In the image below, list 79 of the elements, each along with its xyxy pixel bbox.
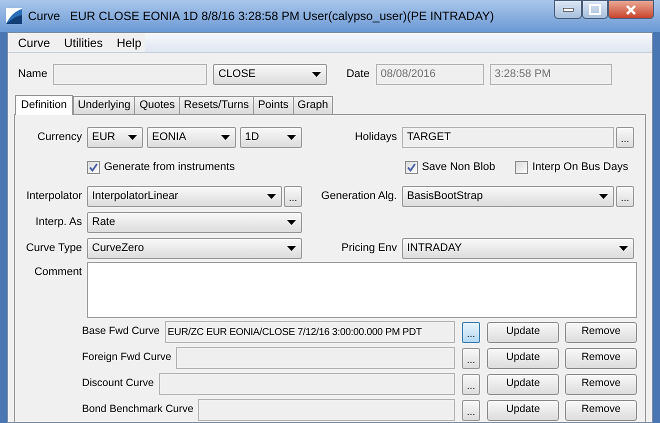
- checkbox[interactable]: [515, 160, 528, 174]
- close-icon: [626, 4, 636, 14]
- pricing-env-dropdown[interactable]: INTRADAY: [402, 238, 634, 259]
- checkbox-label: Generate from instruments: [104, 160, 235, 175]
- field-label: Bond Benchmark Curve: [82, 402, 194, 418]
- field-label: Foreign Fwd Curve: [82, 350, 172, 366]
- comment-field[interactable]: [87, 262, 637, 318]
- caret-icon: [128, 135, 137, 140]
- date-field[interactable]: 08/08/2016: [376, 64, 484, 85]
- curve-field[interactable]: [158, 373, 455, 395]
- close-button[interactable]: [608, 0, 654, 19]
- minimize-icon: [562, 8, 574, 12]
- update-button[interactable]: Update: [487, 374, 559, 394]
- curve-field[interactable]: EUR/ZC EUR EONIA/CLOSE 7/12/16 3:00:00.000 PM PDT: [164, 321, 455, 343]
- minimize-button[interactable]: [554, 0, 582, 19]
- browse-button[interactable]: ...: [462, 322, 480, 342]
- field-label: Discount Curve: [82, 376, 155, 392]
- remove-button[interactable]: Remove: [565, 374, 637, 394]
- field-label: Holidays: [354, 131, 397, 144]
- update-button[interactable]: Update: [487, 322, 559, 342]
- field-label: Curve Type: [26, 242, 82, 254]
- remove-button[interactable]: Remove: [565, 400, 637, 420]
- menu-item[interactable]: Curve: [18, 34, 50, 52]
- tab[interactable]: Points: [252, 96, 294, 114]
- caret-icon: [599, 194, 608, 199]
- interp-as-dropdown[interactable]: Rate: [87, 212, 302, 233]
- browse-button[interactable]: ...: [462, 348, 480, 368]
- app-icon: [6, 8, 22, 24]
- field-label: Interp. As: [36, 216, 82, 228]
- interpolator-dropdown[interactable]: InterpolatorLinear: [87, 186, 282, 207]
- field-label: Currency: [37, 131, 82, 144]
- checkbox-label: Interp On Bus Days: [532, 160, 628, 175]
- checkbox[interactable]: [404, 160, 418, 174]
- tab[interactable]: Resets/Turns: [178, 96, 254, 114]
- curve-type-dropdown[interactable]: CurveZero: [87, 238, 302, 259]
- caret-icon: [287, 246, 296, 251]
- currency-dropdown[interactable]: EUR: [87, 127, 143, 148]
- currency-dropdown[interactable]: EONIA: [147, 127, 236, 148]
- field-label: Base Fwd Curve: [82, 324, 161, 340]
- browse-button[interactable]: ...: [284, 186, 302, 207]
- checkbox[interactable]: [87, 160, 100, 174]
- caret-icon: [267, 194, 276, 199]
- browse-button[interactable]: ...: [616, 127, 634, 148]
- field-label: Interpolator: [26, 190, 82, 202]
- update-button[interactable]: Update: [487, 348, 559, 368]
- maximize-button[interactable]: [582, 0, 608, 19]
- time-field[interactable]: 3:28:58 PM: [490, 64, 612, 85]
- curve-field[interactable]: [176, 347, 455, 369]
- holidays-field[interactable]: TARGET: [402, 127, 614, 148]
- browse-button[interactable]: ...: [462, 374, 480, 394]
- menu-item[interactable]: Help: [116, 34, 142, 52]
- caret-icon: [312, 72, 322, 77]
- field-label: Comment: [34, 266, 82, 278]
- checkbox-label: Save Non Blob: [422, 160, 496, 175]
- curve-field[interactable]: [198, 399, 455, 421]
- field-label: Date: [346, 67, 370, 82]
- maximize-icon: [589, 4, 601, 15]
- window-title: Curve EUR CLOSE EONIA 1D 8/8/16 3:28:58 PM User(calypso_user)(PE INTRADAY): [28, 8, 494, 25]
- name-dropdown[interactable]: CLOSE: [213, 64, 328, 85]
- caret-icon: [221, 135, 230, 140]
- field-label: Pricing Env: [341, 242, 397, 254]
- field-label: Generation Alg.: [321, 190, 397, 202]
- caret-icon: [619, 246, 628, 251]
- field-label: Name: [18, 67, 48, 82]
- caret-icon: [287, 220, 296, 225]
- caret-icon: [287, 135, 296, 140]
- browse-button[interactable]: ...: [462, 400, 480, 420]
- tab[interactable]: Underlying: [72, 96, 136, 114]
- remove-button[interactable]: Remove: [565, 322, 637, 342]
- currency-dropdown[interactable]: 1D: [240, 127, 302, 148]
- tab[interactable]: Definition: [15, 95, 73, 115]
- algorithm-dropdown[interactable]: BasisBootStrap: [402, 186, 614, 207]
- update-button[interactable]: Update: [487, 400, 559, 420]
- name-field[interactable]: [53, 64, 208, 85]
- browse-button[interactable]: ...: [616, 186, 634, 207]
- tab[interactable]: Quotes: [134, 96, 180, 114]
- menu-item[interactable]: Utilities: [64, 34, 103, 52]
- remove-button[interactable]: Remove: [565, 348, 637, 368]
- tab[interactable]: Graph: [292, 96, 334, 114]
